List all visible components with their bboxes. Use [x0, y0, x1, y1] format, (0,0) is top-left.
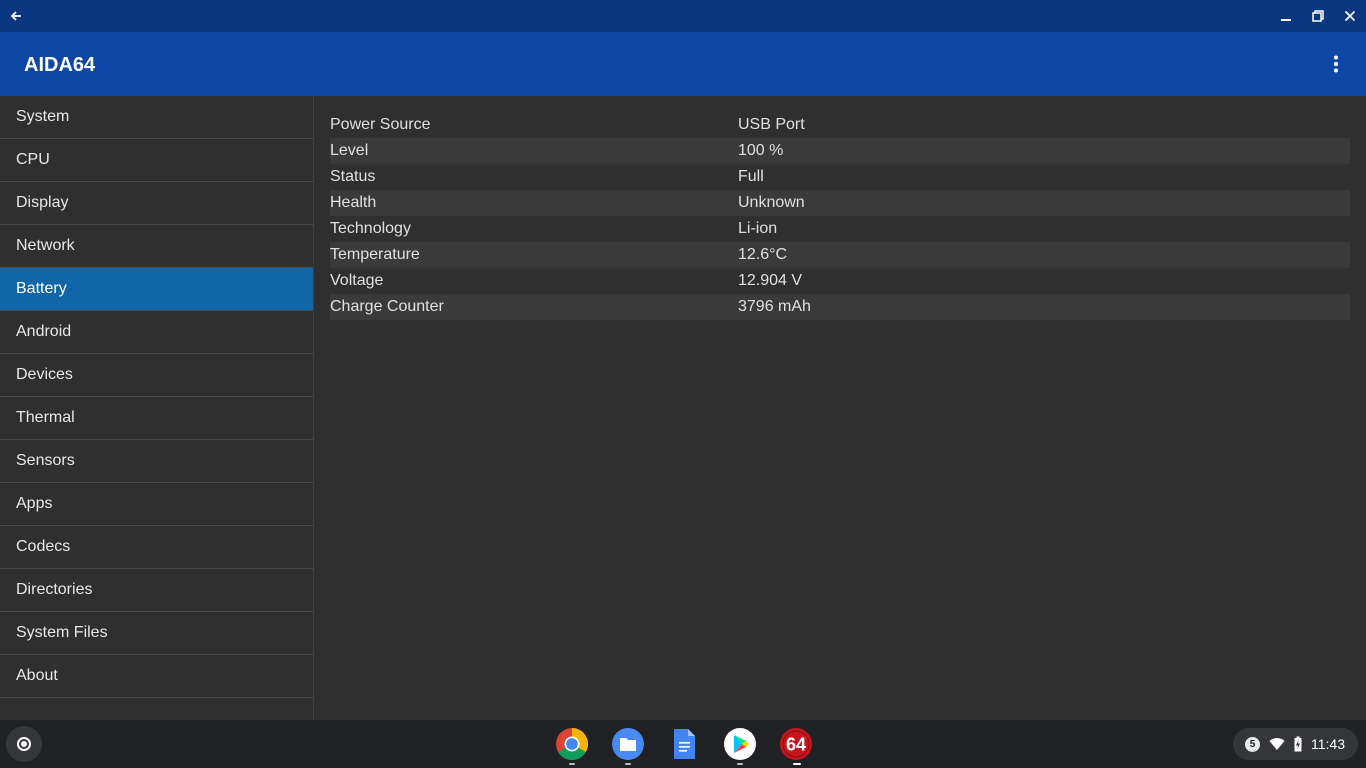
battery-charging-icon [1294, 736, 1302, 752]
files-running-indicator [625, 763, 631, 765]
row-key: Status [330, 168, 376, 185]
back-button[interactable] [0, 0, 32, 32]
close-button[interactable] [1334, 0, 1366, 32]
minimize-button[interactable] [1270, 0, 1302, 32]
arrow-left-icon [10, 11, 21, 21]
row-value: 100 % [738, 142, 784, 159]
sidebar-item-thermal[interactable]: Thermal [0, 397, 313, 440]
row-value: USB Port [738, 116, 805, 133]
row-key: Voltage [330, 272, 384, 289]
info-row-power-source: Power Source USB Port [330, 112, 1350, 138]
sidebar-item-system[interactable]: System [0, 96, 313, 139]
sidebar-item-directories[interactable]: Directories [0, 569, 313, 612]
app-title: AIDA64 [24, 54, 96, 76]
info-row-technology: Technology Li-ion [330, 216, 1350, 242]
row-key: Charge Counter [330, 298, 444, 315]
files-icon[interactable] [611, 727, 645, 761]
info-row-level: Level 100 % [330, 138, 1350, 164]
row-key: Temperature [330, 246, 420, 263]
clock-time: 11:43 [1311, 736, 1345, 752]
sidebar-item-sensors[interactable]: Sensors [0, 440, 313, 483]
chrome-icon[interactable] [555, 727, 589, 761]
notification-count-badge: 5 [1245, 737, 1260, 752]
launcher-button[interactable] [6, 726, 42, 762]
docs-icon[interactable] [667, 727, 701, 761]
shelf: 64 5 11:43 [0, 720, 1366, 768]
sidebar-item-system-files[interactable]: System Files [0, 612, 313, 655]
row-key: Level [330, 142, 369, 159]
wifi-icon [1269, 738, 1285, 750]
sidebar-item-cpu[interactable]: CPU [0, 139, 313, 182]
sidebar-item-codecs[interactable]: Codecs [0, 526, 313, 569]
info-row-health: Health Unknown [330, 190, 1350, 216]
sidebar-item-display[interactable]: Display [0, 182, 313, 225]
row-value: Li-ion [738, 220, 778, 237]
aida64-icon[interactable]: 64 [779, 727, 813, 761]
sidebar: System CPU Display Network Battery Andro… [0, 96, 314, 720]
window-titlebar [0, 0, 1366, 32]
battery-info-panel: Power Source USB Port Level 100 % Status… [314, 96, 1366, 720]
sidebar-item-network[interactable]: Network [0, 225, 313, 268]
close-icon [1344, 10, 1356, 22]
more-vert-icon [1334, 55, 1338, 73]
sidebar-item-about[interactable]: About [0, 655, 313, 698]
info-row-status: Status Full [330, 164, 1350, 190]
maximize-button[interactable] [1302, 0, 1334, 32]
launcher-icon [17, 737, 31, 751]
sidebar-item-devices[interactable]: Devices [0, 354, 313, 397]
row-value: Unknown [738, 194, 805, 211]
row-value: 3796 mAh [738, 298, 811, 315]
row-key: Power Source [330, 116, 431, 133]
row-value: 12.904 V [738, 272, 803, 289]
status-tray[interactable]: 5 11:43 [1233, 728, 1358, 760]
info-row-voltage: Voltage 12.904 V [330, 268, 1350, 294]
sidebar-item-android[interactable]: Android [0, 311, 313, 354]
info-row-temperature: Temperature 12.6°C [330, 242, 1350, 268]
aida64-icon-label: 64 [786, 735, 806, 755]
chrome-running-indicator [569, 763, 575, 765]
row-value: Full [738, 168, 764, 185]
minimize-icon [1281, 19, 1291, 21]
row-key: Health [330, 194, 377, 211]
restore-icon [1312, 10, 1324, 22]
play-store-running-indicator [737, 763, 743, 765]
play-store-icon[interactable] [723, 727, 757, 761]
row-value: 12.6°C [738, 246, 788, 263]
sidebar-item-apps[interactable]: Apps [0, 483, 313, 526]
aida64-running-indicator [793, 763, 801, 765]
overflow-menu-button[interactable] [1320, 48, 1352, 80]
info-row-charge-counter: Charge Counter 3796 mAh [330, 294, 1350, 320]
sidebar-item-battery[interactable]: Battery [0, 268, 313, 311]
row-key: Technology [330, 220, 411, 237]
app-bar: AIDA64 [0, 32, 1366, 96]
